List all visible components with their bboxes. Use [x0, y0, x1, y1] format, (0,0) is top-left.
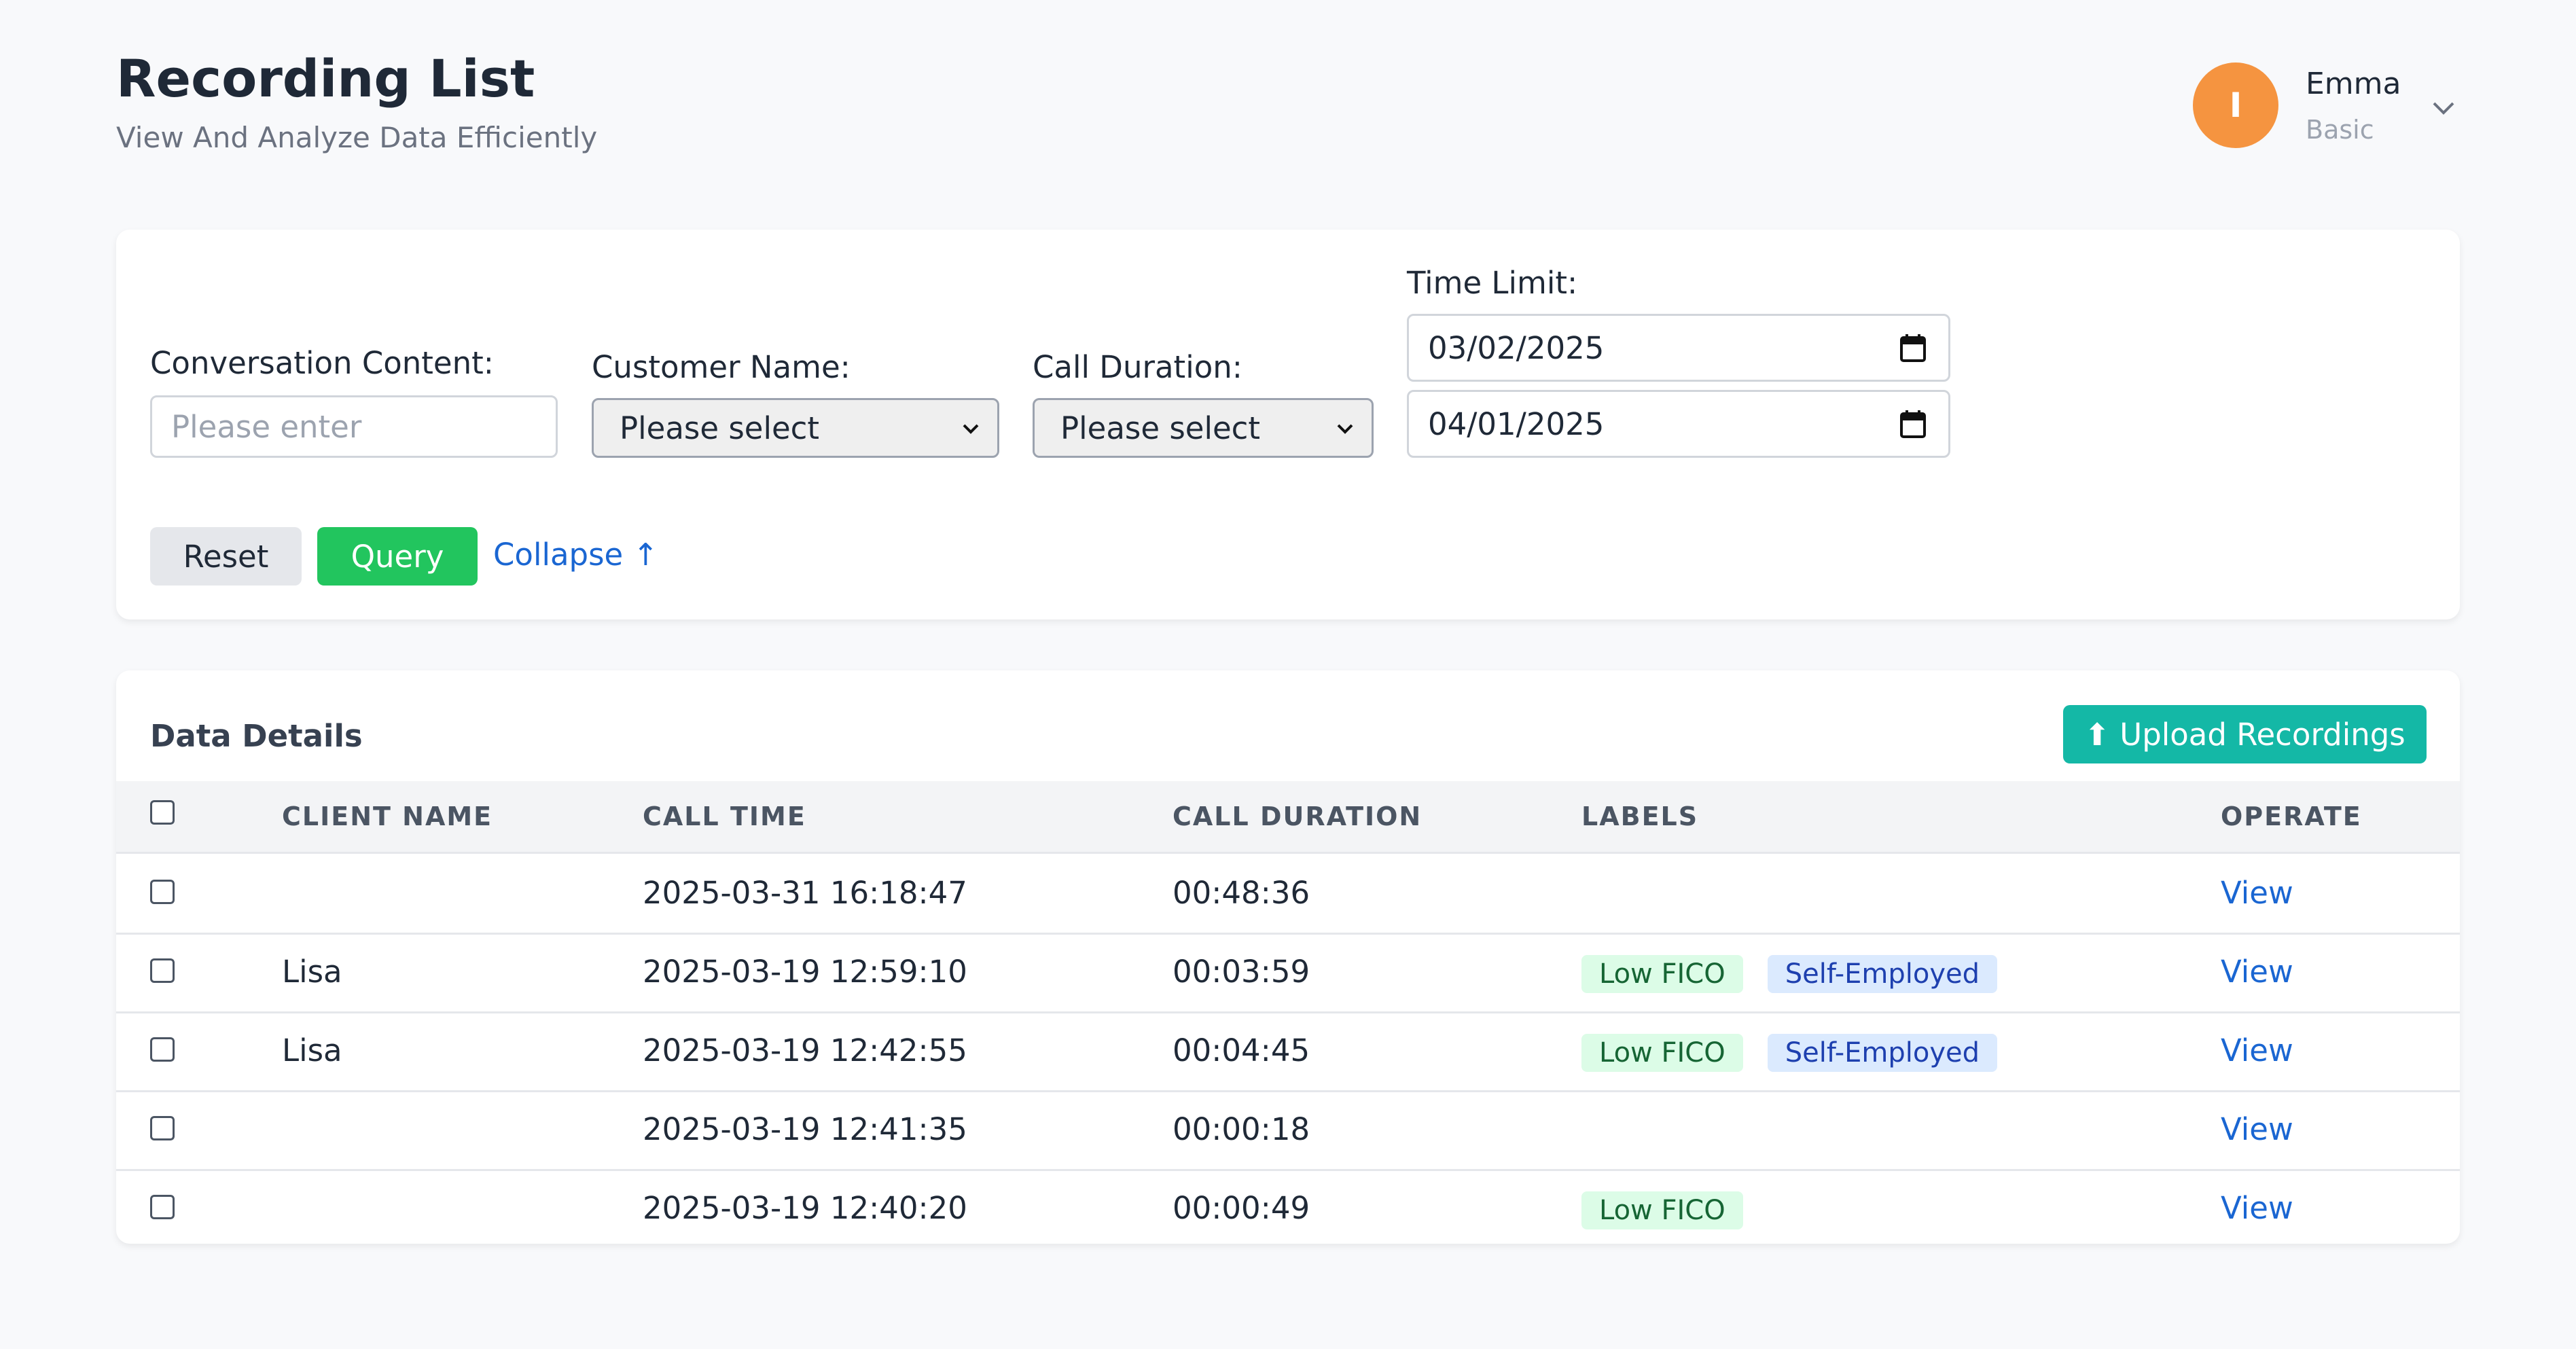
calendar-icon[interactable] [1899, 333, 1927, 363]
label-badge: Low FICO [1581, 1034, 1743, 1072]
column-header[interactable]: OPERATE [2221, 781, 2362, 852]
labels-cell: Low FICO Self-Employed [1581, 933, 2022, 1011]
customer-name-select[interactable]: Please select [592, 398, 999, 458]
column-header[interactable]: CALL TIME [643, 781, 806, 852]
call-duration-cell: 00:00:18 [1173, 1111, 1310, 1147]
chevron-down-icon [963, 424, 979, 434]
avatar: I [2193, 62, 2278, 148]
end-date-input[interactable]: 04/01/2025 [1407, 390, 1950, 458]
chevron-down-icon [1337, 424, 1353, 434]
row-checkbox[interactable] [150, 1116, 175, 1140]
call-time-cell: 2025-03-19 12:41:35 [643, 1111, 967, 1147]
labels-cell: Low FICO Self-Employed [1581, 1011, 2022, 1090]
start-date-value: 03/02/2025 [1428, 329, 1605, 366]
row-checkbox[interactable] [150, 1037, 175, 1062]
view-link[interactable]: View [2221, 1011, 2293, 1090]
label-badge: Self-Employed [1767, 955, 1998, 993]
reset-button[interactable]: Reset [150, 527, 302, 586]
labels-cell: Low FICO [1581, 1169, 1768, 1244]
table-row: Lisa 2025-03-19 12:42:55 00:04:45 Low FICO S… [116, 1011, 2460, 1092]
call-duration-label: Call Duration: [1033, 349, 1242, 385]
view-link[interactable]: View [2221, 1169, 2293, 1244]
view-link[interactable]: View [2221, 854, 2293, 933]
call-duration-cell: 00:03:59 [1173, 954, 1310, 990]
user-plan: Basic [2306, 114, 2374, 145]
user-menu[interactable]: I Emma Basic [2193, 62, 2454, 148]
chevron-down-icon[interactable] [2430, 94, 2457, 121]
table-row: Lisa 2025-03-19 12:59:10 00:03:59 Low FICO S… [116, 933, 2460, 1013]
view-link[interactable]: View [2221, 933, 2293, 1011]
upload-recordings-button[interactable]: ⬆ Upload Recordings [2063, 705, 2427, 763]
table-row: 2025-03-19 12:41:35 00:00:18 View [116, 1090, 2460, 1171]
conversation-content-input[interactable]: Please enter [150, 395, 558, 458]
call-time-cell: 2025-03-31 16:18:47 [643, 875, 967, 911]
call-duration-value: Please select [1060, 410, 1261, 446]
customer-name-value: Please select [620, 410, 820, 446]
call-duration-cell: 00:04:45 [1173, 1032, 1310, 1068]
column-header[interactable]: CALL DURATION [1173, 781, 1422, 852]
call-duration-select[interactable]: Please select [1033, 398, 1374, 458]
page-subtitle: View And Analyze Data Efficiently [116, 121, 598, 154]
call-time-cell: 2025-03-19 12:40:20 [643, 1190, 967, 1226]
column-header[interactable]: CLIENT NAME [282, 781, 493, 852]
customer-name-label: Customer Name: [592, 349, 851, 385]
client-name-cell: Lisa [282, 954, 342, 990]
row-checkbox[interactable] [150, 880, 175, 904]
user-name: Emma [2306, 66, 2401, 101]
table-row: 2025-03-31 16:18:47 00:48:36 View [116, 854, 2460, 935]
calendar-icon[interactable] [1899, 409, 1927, 439]
row-checkbox[interactable] [150, 1195, 175, 1219]
page-header: Recording List View And Analyze Data Eff… [116, 48, 598, 155]
user-info: Emma Basic [2306, 67, 2401, 145]
page-title: Recording List [116, 48, 535, 109]
time-limit-label: Time Limit: [1407, 265, 1578, 301]
end-date-value: 04/01/2025 [1428, 406, 1605, 442]
select-all-checkbox[interactable] [150, 800, 175, 825]
call-duration-cell: 00:00:49 [1173, 1190, 1310, 1226]
label-badge: Self-Employed [1767, 1034, 1998, 1072]
filter-panel: Conversation Content: Please enter Custo… [116, 230, 2460, 619]
label-badge: Low FICO [1581, 1191, 1743, 1229]
start-date-input[interactable]: 03/02/2025 [1407, 314, 1950, 382]
call-time-cell: 2025-03-19 12:59:10 [643, 954, 967, 990]
row-checkbox[interactable] [150, 958, 175, 983]
section-title: Data Details [150, 718, 363, 754]
query-button[interactable]: Query [317, 527, 478, 586]
call-time-cell: 2025-03-19 12:42:55 [643, 1032, 967, 1068]
conversation-content-label: Conversation Content: [150, 345, 494, 381]
view-link[interactable]: View [2221, 1090, 2293, 1169]
table-header: CLIENT NAME CALL TIME CALL DURATION LABE… [116, 781, 2460, 854]
label-badge: Low FICO [1581, 955, 1743, 993]
data-panel: Data Details ⬆ Upload Recordings CLIENT … [116, 670, 2460, 1244]
collapse-link[interactable]: Collapse ↑ [493, 537, 658, 573]
table-row: 2025-03-19 12:40:20 00:00:49 Low FICO View [116, 1169, 2460, 1244]
call-duration-cell: 00:48:36 [1173, 875, 1310, 911]
client-name-cell: Lisa [282, 1032, 342, 1068]
column-header[interactable]: LABELS [1581, 781, 1698, 852]
